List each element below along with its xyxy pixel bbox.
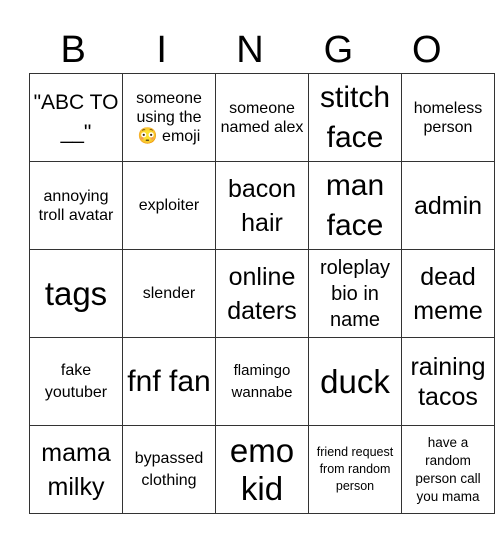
bingo-cell[interactable]: duck (308, 337, 402, 426)
bingo-row: mama milky bypassed clothing emo kid fri… (29, 425, 495, 514)
header-letter-g: G (323, 29, 354, 71)
bingo-cell[interactable]: flamingo wannabe (215, 337, 309, 426)
bingo-cell[interactable]: fnf fan (122, 337, 216, 426)
header-letter-o: O (412, 29, 442, 71)
bingo-cell[interactable]: tags (29, 249, 123, 338)
bingo-cell[interactable]: stitch face (308, 73, 402, 162)
bingo-row: fake youtuber fnf fan flamingo wannabe d… (29, 337, 495, 426)
bingo-cell[interactable]: have a random person call you mama (401, 425, 495, 514)
bingo-cell[interactable]: annoying troll avatar (29, 161, 123, 250)
bingo-cell[interactable]: emo kid (215, 425, 309, 514)
bingo-cell[interactable]: homeless person (401, 73, 495, 162)
bingo-cell[interactable]: admin (401, 161, 495, 250)
bingo-row: annoying troll avatar exploiter bacon ha… (29, 161, 495, 250)
header-letter-n: N (236, 29, 264, 71)
bingo-cell[interactable]: raining tacos (401, 337, 495, 426)
bingo-cell[interactable]: mama milky (29, 425, 123, 514)
bingo-cell[interactable]: dead meme (401, 249, 495, 338)
bingo-cell[interactable]: man face (308, 161, 402, 250)
bingo-header: B I N G O (29, 28, 471, 72)
bingo-cell[interactable]: exploiter (122, 161, 216, 250)
bingo-cell[interactable]: bacon hair (215, 161, 309, 250)
bingo-cell[interactable]: roleplay bio in name (308, 249, 402, 338)
bingo-cell[interactable]: someone using the 😳 emoji (122, 73, 216, 162)
bingo-cell[interactable]: friend request from random person (308, 425, 402, 514)
header-letter-b: B (60, 29, 86, 71)
bingo-cell[interactable]: slender (122, 249, 216, 338)
bingo-cell[interactable]: someone named alex (215, 73, 309, 162)
bingo-grid: "ABC TO __" someone using the 😳 emoji so… (29, 73, 495, 514)
bingo-cell[interactable]: bypassed clothing (122, 425, 216, 514)
bingo-cell[interactable]: online daters (215, 249, 309, 338)
header-letter-i: I (156, 29, 167, 71)
bingo-row: "ABC TO __" someone using the 😳 emoji so… (29, 73, 495, 162)
bingo-cell[interactable]: "ABC TO __" (29, 73, 123, 162)
bingo-cell[interactable]: fake youtuber (29, 337, 123, 426)
bingo-row: tags slender online daters roleplay bio … (29, 249, 495, 338)
